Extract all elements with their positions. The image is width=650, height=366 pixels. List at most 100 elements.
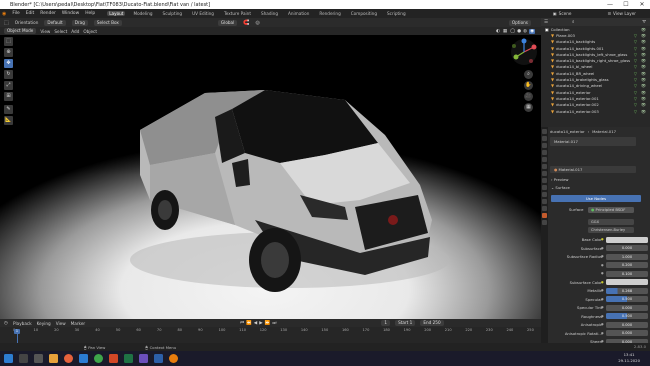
menu-file[interactable]: File xyxy=(12,11,19,16)
tab-sculpting[interactable]: Sculpting xyxy=(161,11,185,16)
axis-gizmo[interactable] xyxy=(509,37,539,67)
menu-render[interactable]: Render xyxy=(40,11,56,16)
surface-shader-dropdown[interactable]: ● Principled BSDF xyxy=(588,206,634,213)
material-selector[interactable]: ● Material.017 xyxy=(550,166,636,173)
material-slot-item[interactable]: Material.017 xyxy=(554,139,578,144)
bsdf-input-field[interactable]: 0.000 xyxy=(606,304,648,311)
transform-icon[interactable]: ⊞ xyxy=(4,92,13,101)
move-icon[interactable]: ✥ xyxy=(4,59,13,68)
texture-tab-icon[interactable] xyxy=(542,220,547,225)
rotate-icon[interactable]: ↻ xyxy=(4,70,13,79)
object-tab-icon[interactable] xyxy=(542,171,547,176)
chrome-icon[interactable] xyxy=(94,354,103,363)
task-view-icon[interactable] xyxy=(34,354,43,363)
bsdf-input-field[interactable]: 0.000 xyxy=(606,245,648,251)
bsdf-input-field[interactable] xyxy=(606,279,648,285)
eye-icon[interactable]: 👁 xyxy=(641,64,646,69)
scale-icon[interactable]: ⤢ xyxy=(4,81,13,90)
outliner-item[interactable]: ▼ ducato14_exterior.003 ▽ 👁 xyxy=(541,108,650,114)
add-menu[interactable]: Add xyxy=(71,29,79,34)
timeline-area[interactable]: 0102030405060708090100110120130140150160… xyxy=(0,327,541,343)
distribution-dropdown[interactable]: GGX xyxy=(588,219,634,225)
rendered-shading-icon[interactable]: ◉ xyxy=(529,28,535,34)
bsdf-input-field[interactable]: 0.000 xyxy=(606,321,648,328)
jump-start-icon[interactable]: ⏮ xyxy=(240,320,244,326)
snap-icon[interactable]: 🧲 xyxy=(243,20,249,26)
maximize-button[interactable]: ☐ xyxy=(618,0,634,9)
material-tab-icon[interactable] xyxy=(542,213,547,218)
filter-icon[interactable]: ⛛ xyxy=(642,19,646,25)
eye-icon[interactable]: 👁 xyxy=(641,77,646,82)
material-name-field[interactable]: Material.017 xyxy=(559,167,583,172)
excel-icon[interactable] xyxy=(124,354,133,363)
scene-selector[interactable]: ▣ Scene xyxy=(553,11,572,16)
data-tab-icon[interactable] xyxy=(542,206,547,211)
physics-tab-icon[interactable] xyxy=(542,192,547,197)
bsdf-input-field[interactable]: 0.268 xyxy=(606,287,648,294)
eye-icon[interactable]: 👁 xyxy=(641,96,646,101)
outliner-item[interactable]: ▼ ducato14_driving_wheel ▽ 👁 xyxy=(541,83,650,89)
file-explorer-icon[interactable] xyxy=(49,354,58,363)
eye-icon[interactable]: 👁 xyxy=(641,27,646,32)
zoom-icon[interactable]: ⌕ xyxy=(524,70,533,79)
outliner-item[interactable]: ▼ ducato14_backlights_right_shroe_glass ▽ 👁 xyxy=(541,57,650,63)
search-taskbar-icon[interactable] xyxy=(19,354,28,363)
minimize-button[interactable]: — xyxy=(602,0,618,9)
eye-icon[interactable]: 👁 xyxy=(641,58,646,63)
surface-section[interactable]: ⌄ Surface xyxy=(551,185,570,190)
solid-shading-icon[interactable]: ● xyxy=(517,29,521,34)
navigation-gizmo[interactable] xyxy=(509,37,539,67)
menu-edit[interactable]: Edit xyxy=(26,11,35,16)
cursor-icon[interactable]: ⊕ xyxy=(4,48,13,57)
tab-shading[interactable]: Shading xyxy=(259,11,280,16)
3d-viewport[interactable] xyxy=(0,35,541,319)
tab-texture-paint[interactable]: Texture Paint xyxy=(222,11,253,16)
mode-dropdown[interactable]: Object Mode xyxy=(4,28,37,34)
prev-key-icon[interactable]: ⏪ xyxy=(246,321,252,326)
proportional-edit-icon[interactable]: ◎ xyxy=(256,20,260,26)
bsdf-input-field[interactable]: 0.500 xyxy=(606,296,648,302)
next-key-icon[interactable]: ⏩ xyxy=(265,321,271,326)
view-menu[interactable]: View xyxy=(40,29,50,34)
close-button[interactable]: ✕ xyxy=(634,0,650,9)
camera-view-icon[interactable]: 🎥 xyxy=(524,92,533,101)
firefox-icon[interactable] xyxy=(64,354,73,363)
scene-tab-icon[interactable] xyxy=(542,157,547,162)
orientation-dropdown[interactable]: Default xyxy=(44,19,66,26)
options-dropdown[interactable]: Options xyxy=(508,19,531,26)
play-reverse-icon[interactable]: ◀ xyxy=(254,321,257,326)
drag-dropdown[interactable]: Drag xyxy=(71,19,88,26)
word-icon[interactable] xyxy=(79,354,88,363)
tab-animation[interactable]: Animation xyxy=(286,11,311,16)
tab-modeling[interactable]: Modeling xyxy=(131,11,154,16)
eye-icon[interactable]: 👁 xyxy=(641,52,646,57)
tab-compositing[interactable]: Compositing xyxy=(349,11,379,16)
eye-icon[interactable]: 👁 xyxy=(641,33,646,38)
eye-icon[interactable]: 👁 xyxy=(641,109,646,114)
powerpoint-icon[interactable] xyxy=(109,354,118,363)
output-tab-icon[interactable] xyxy=(542,143,547,148)
photoshop-icon[interactable] xyxy=(154,354,163,363)
start-frame-field[interactable]: Start 1 xyxy=(395,320,416,326)
select-box-dropdown[interactable]: Select Box xyxy=(93,19,122,26)
modifier-tab-icon[interactable] xyxy=(542,178,547,183)
blender-logo-icon[interactable]: ◉ xyxy=(2,11,6,17)
keying-menu[interactable]: Keying xyxy=(37,321,51,326)
xray-icon[interactable]: ▦ xyxy=(503,29,507,34)
end-frame-field[interactable]: End 250 xyxy=(420,320,444,326)
tab-scripting[interactable]: Scripting xyxy=(385,11,408,16)
jump-end-icon[interactable]: ⏭ xyxy=(272,320,276,326)
eye-icon[interactable]: 👁 xyxy=(641,102,646,107)
subsurface-method-dropdown[interactable]: Christensen-Burley xyxy=(588,227,634,233)
outliner-item[interactable]: ▼ ducato14_exterior.001 ▽ 👁 xyxy=(541,95,650,101)
windows-start-icon[interactable] xyxy=(4,354,13,363)
menu-help[interactable]: Help xyxy=(85,11,95,16)
bsdf-input-field[interactable]: 0.200 xyxy=(606,262,648,268)
menu-window[interactable]: Window xyxy=(62,11,79,16)
eye-icon[interactable]: 👁 xyxy=(641,46,646,51)
hand-pan-icon[interactable]: ✋ xyxy=(524,81,533,90)
current-frame-field[interactable]: 1 xyxy=(381,320,391,326)
perspective-grid-icon[interactable]: ▦ xyxy=(524,103,533,112)
select-tool-icon[interactable]: ⬚ xyxy=(4,20,9,26)
overlay-icon[interactable]: ◐ xyxy=(496,29,500,34)
